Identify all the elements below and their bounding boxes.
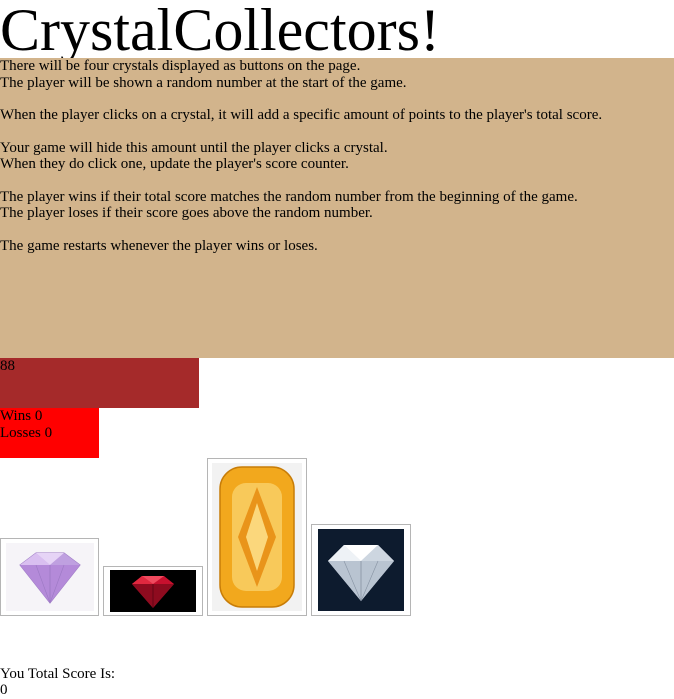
diamond-crystal-icon <box>318 529 404 611</box>
instruction-paragraph: The player wins if their total score mat… <box>0 189 674 222</box>
crystal-button-red[interactable] <box>103 566 203 616</box>
instruction-line: When they do click one, update the playe… <box>0 156 349 172</box>
losses-counter: Losses 0 <box>0 425 99 442</box>
losses-label: Losses <box>0 424 41 441</box>
instruction-paragraph: Your game will hide this amount until th… <box>0 140 674 173</box>
instruction-line: Your game will hide this amount until th… <box>0 139 388 156</box>
instruction-line: When the player clicks on a crystal, it … <box>0 107 603 123</box>
crystal-button-diamond[interactable] <box>311 524 411 616</box>
instruction-line: The player will be shown a random number… <box>0 74 407 91</box>
wins-counter: Wins 0 <box>0 408 99 425</box>
losses-value: 0 <box>44 424 53 441</box>
purple-crystal-icon <box>5 543 94 611</box>
win-loss-box: Wins 0 Losses 0 <box>0 408 99 458</box>
crystal-button-orange[interactable] <box>207 458 307 616</box>
target-number-box: 88 <box>0 358 199 408</box>
total-score-value: 0 <box>0 682 8 698</box>
orange-crystal-icon <box>212 463 302 611</box>
instruction-line: The player wins if their total score mat… <box>0 188 578 205</box>
wins-label: Wins <box>0 408 32 424</box>
instruction-paragraph: There will be four crystals displayed as… <box>0 58 674 91</box>
instructions-panel: There will be four crystals displayed as… <box>0 58 674 358</box>
instruction-line: The player loses if their score goes abo… <box>0 205 373 221</box>
instruction-paragraph: When the player clicks on a crystal, it … <box>0 107 674 124</box>
instruction-paragraph: The game restarts whenever the player wi… <box>0 238 674 255</box>
instruction-line: There will be four crystals displayed as… <box>0 58 361 74</box>
target-number: 88 <box>0 358 15 374</box>
page-title: CrystalCollectors! <box>0 0 440 63</box>
total-score-label: You Total Score Is: <box>0 666 116 682</box>
red-crystal-icon <box>110 570 196 612</box>
instruction-line: The game restarts whenever the player wi… <box>0 237 318 254</box>
wins-value: 0 <box>34 408 43 424</box>
crystal-button-purple[interactable] <box>0 538 99 616</box>
